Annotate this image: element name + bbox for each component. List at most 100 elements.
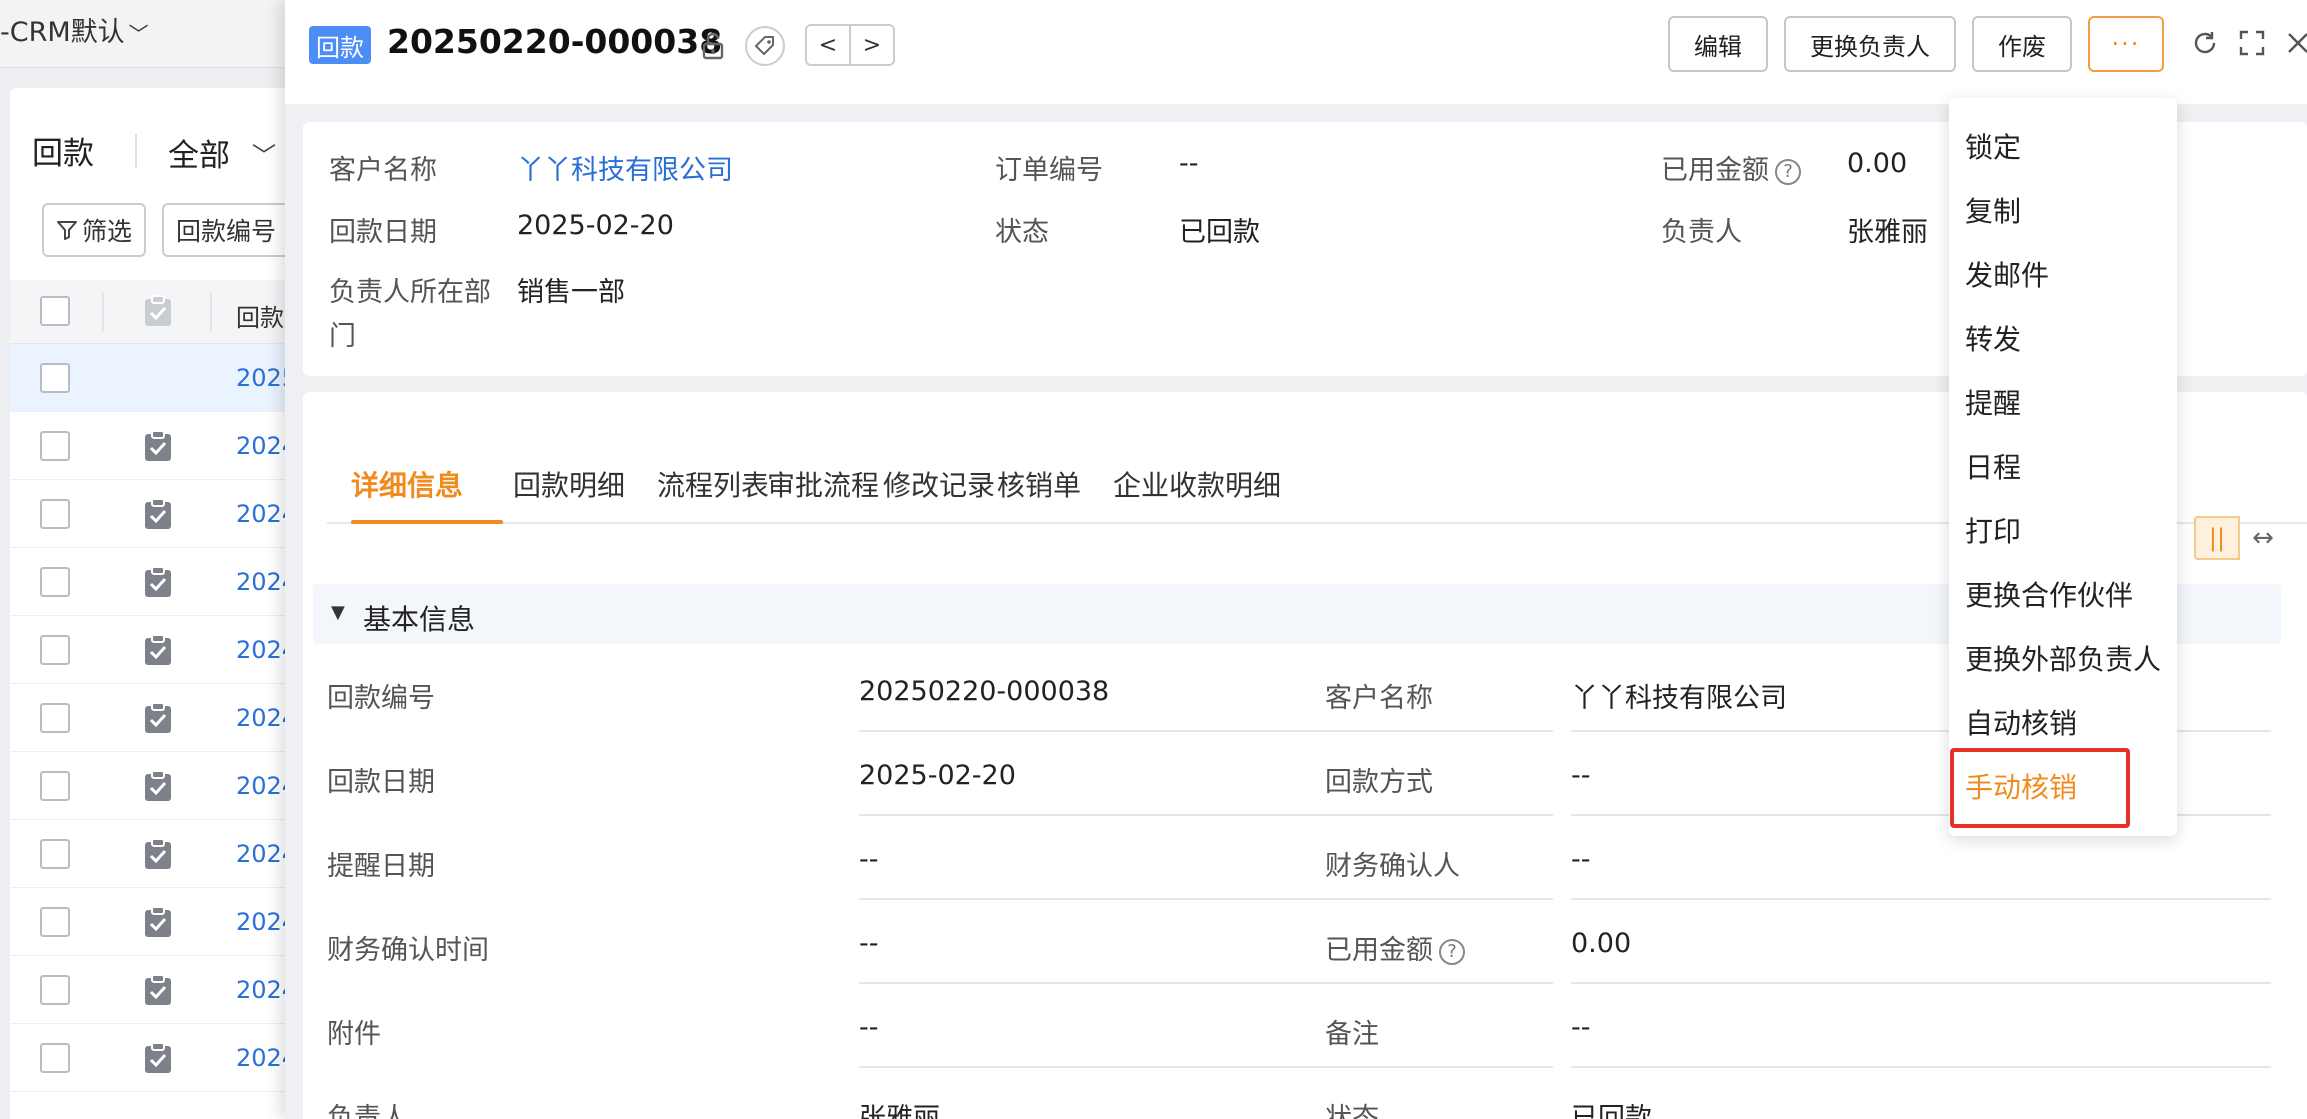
fullscreen-icon[interactable] [2235,26,2269,60]
column-divider [102,292,104,332]
app-root: -CRM默认 ﹀ 回款 全部 ﹀ 筛选 回款编号 回款 2025 2024 20… [0,0,2307,1119]
chevron-down-icon[interactable]: ﹀ [252,136,276,171]
field-label: 财务确认人 [1325,851,1460,882]
used-amount-value: 0.00 [1847,148,1908,179]
menu-item-reminder[interactable]: 提醒 [1965,382,2021,422]
table-row[interactable]: 2024 [10,684,300,752]
select-all-checkbox[interactable] [40,296,70,326]
field-label: 回款方式 [1325,767,1433,798]
field-value: -- [1571,760,1591,791]
row-checkbox[interactable] [40,771,70,801]
menu-item-copy[interactable]: 复制 [1965,190,2021,230]
row-checkbox[interactable] [40,1043,70,1073]
customer-link[interactable]: 丫丫科技有限公司 [517,148,733,187]
tab-change-log[interactable]: 修改记录 [883,464,995,504]
dept-value: 销售一部 [517,277,625,308]
field-value: -- [859,928,879,959]
clipboard-check-icon [145,634,171,665]
row-checkbox[interactable] [40,431,70,461]
chevron-right-icon[interactable]: > [849,26,893,64]
field-value: -- [859,1012,879,1043]
void-button[interactable]: 作废 [1972,16,2072,72]
refresh-icon[interactable] [2188,26,2222,60]
row-checkbox[interactable] [40,839,70,869]
table-row[interactable]: 2024 [10,480,300,548]
chevron-left-icon[interactable]: < [807,26,849,64]
menu-item-print[interactable]: 打印 [1965,510,2021,550]
close-icon[interactable] [2281,26,2307,60]
unlock-icon[interactable] [695,28,731,64]
menu-item-lock[interactable]: 锁定 [1965,126,2021,166]
help-icon[interactable]: ? [1775,158,1801,185]
view-switcher-bar: -CRM默认 ﹀ [0,0,300,68]
background-list-page: -CRM默认 ﹀ 回款 全部 ﹀ 筛选 回款编号 回款 2025 2024 20… [0,0,302,1119]
field-label: 财务确认时间 [327,935,489,966]
row-checkbox[interactable] [40,567,70,597]
clipboard-check-icon [145,770,171,801]
table-row[interactable]: 2024 [10,1024,300,1092]
used-amount-label: 已用金额? [1661,148,1801,187]
record-type-badge: 回款 [309,26,371,64]
field-label: 状态 [1325,1103,1379,1119]
row-checkbox[interactable] [40,635,70,665]
menu-item-auto-write-off[interactable]: 自动核销 [1965,702,2077,742]
menu-item-schedule[interactable]: 日程 [1965,446,2021,486]
menu-item-change-external-owner[interactable]: 更换外部负责人 [1965,638,2161,678]
field-divider [1571,1066,2271,1068]
list-title: 回款 [32,136,94,172]
edit-button[interactable]: 编辑 [1668,16,1768,72]
field-divider [859,1066,1553,1068]
clipboard-check-icon [145,838,171,869]
expand-width-icon[interactable]: ↔ [2240,516,2286,560]
field-divider [859,898,1553,900]
table-row[interactable]: 2024 [10,548,300,616]
field-label: 备注 [1325,1019,1379,1050]
menu-item-send-email[interactable]: 发邮件 [1965,254,2049,294]
table-row[interactable]: 2024 [10,616,300,684]
tab-payment-details[interactable]: 回款明细 [513,464,625,504]
table-row[interactable]: 2024 [10,412,300,480]
tab-process-list[interactable]: 流程列表 [657,464,769,504]
table-row[interactable]: 2024 [10,752,300,820]
row-checkbox[interactable] [40,975,70,1005]
row-checkbox[interactable] [40,703,70,733]
field-select[interactable]: 回款编号 [162,203,302,257]
more-button[interactable]: ··· [2088,16,2164,72]
view-switcher[interactable]: -CRM默认 ﹀ [0,10,149,49]
tab-corporate-receipts[interactable]: 企业收款明细 [1113,464,1281,504]
scope-select[interactable]: 全部 [168,130,230,175]
customer-field-link[interactable]: 丫丫科技有限公司 [1571,676,1787,715]
field-value: 2025-02-20 [859,760,1016,791]
table-row[interactable]: 2024 [10,888,300,956]
change-owner-button[interactable]: 更换负责人 [1784,16,1956,72]
dept-label-wrap: 门 [329,321,356,352]
owner-label: 负责人 [1661,217,1742,248]
tag-icon[interactable] [745,26,785,66]
filter-button[interactable]: 筛选 [42,203,146,257]
caret-down-icon: ▼ [331,602,345,623]
tab-approval-flow[interactable]: 审批流程 [767,464,879,504]
more-actions-menu: 锁定 复制 发邮件 转发 提醒 日程 打印 更换合作伙伴 更换外部负责人 自动核… [1949,98,2177,836]
table-row[interactable]: 2024 [10,956,300,1024]
table-row[interactable]: 2024 [10,820,300,888]
table-row[interactable]: 2025 [10,344,300,412]
field-value: -- [859,844,879,875]
tab-details[interactable]: 详细信息 [351,464,463,504]
row-checkbox[interactable] [40,907,70,937]
drawer-header: 回款 20250220-000038 < > 编辑 更换负责人 作废 ··· [285,0,2307,104]
field-label-text: 已用金额 [1325,935,1433,966]
active-tab-indicator [351,520,503,524]
menu-item-change-partner[interactable]: 更换合作伙伴 [1965,574,2133,614]
row-checkbox[interactable] [40,499,70,529]
field-label: 客户名称 [1325,683,1433,714]
date-value: 2025-02-20 [517,210,674,241]
two-column-icon[interactable]: || [2194,516,2240,560]
row-checkbox[interactable] [40,363,70,393]
menu-item-forward[interactable]: 转发 [1965,318,2021,358]
clipboard-check-icon [145,906,171,937]
field-divider [859,730,1553,732]
field-divider [859,982,1553,984]
used-amount-label-text: 已用金额 [1661,155,1769,186]
help-icon[interactable]: ? [1439,938,1465,965]
tab-write-off[interactable]: 核销单 [997,464,1081,504]
